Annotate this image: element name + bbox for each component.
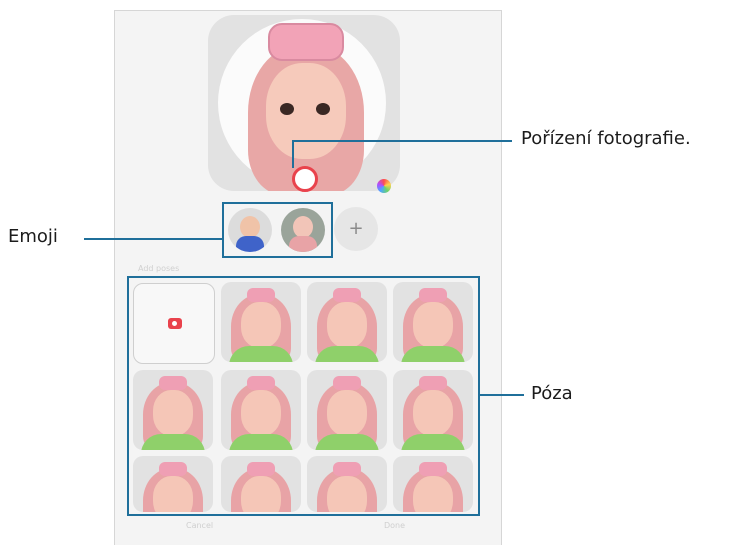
avatar-right-eye [316, 103, 330, 115]
avatar-left-eye [280, 103, 294, 115]
color-palette-icon[interactable] [377, 179, 391, 193]
capture-highlight-frame [292, 140, 310, 168]
add-emoji-button[interactable]: + [334, 207, 378, 251]
poses-section-title: Add poses [138, 264, 180, 273]
emoji-callout: Emoji [8, 226, 58, 247]
capture-photo-button[interactable] [292, 166, 318, 192]
cancel-button[interactable]: Cancel [186, 521, 213, 530]
capture-leader-line [308, 140, 512, 142]
hair-curler [268, 23, 344, 61]
pose-highlight-box [127, 276, 480, 516]
pose-callout: Póza [531, 383, 573, 404]
emoji-leader-line [84, 238, 222, 240]
done-button[interactable]: Done [384, 521, 405, 530]
emoji-highlight-box [222, 202, 333, 258]
pose-leader-line [480, 394, 524, 396]
capture-photo-callout: Pořízení fotografie. [521, 128, 691, 149]
